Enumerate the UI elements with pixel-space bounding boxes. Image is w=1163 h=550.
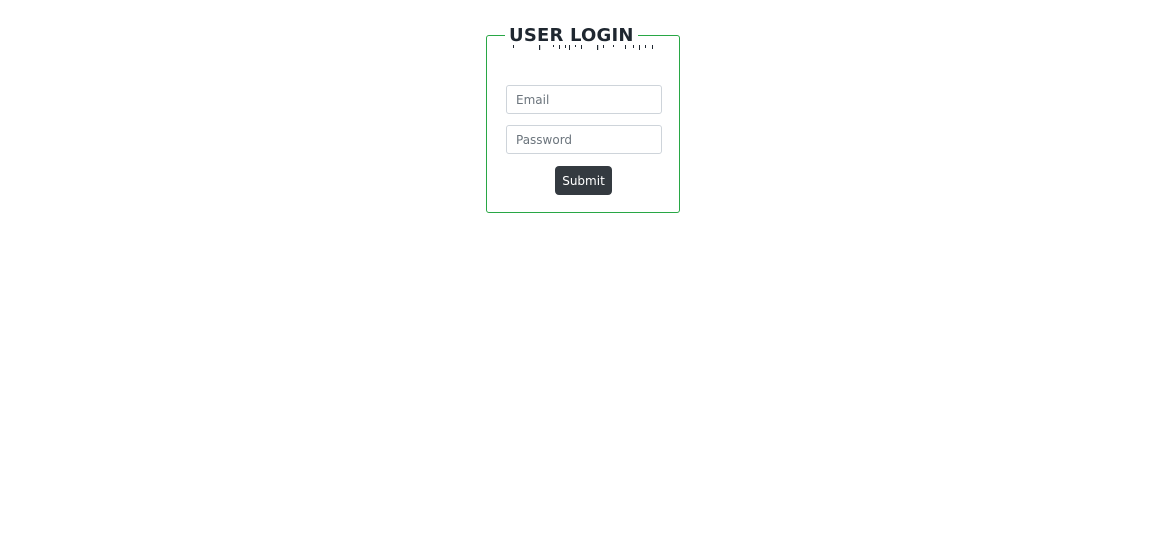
password-input[interactable] bbox=[506, 125, 662, 154]
drip-decoration bbox=[513, 45, 653, 50]
submit-button[interactable]: Submit bbox=[555, 166, 612, 195]
login-title: USER LOGIN bbox=[509, 25, 634, 46]
email-input[interactable] bbox=[506, 85, 662, 114]
login-form: USER LOGIN Submit bbox=[486, 25, 680, 213]
login-title-wrapper: USER LOGIN bbox=[505, 25, 653, 50]
